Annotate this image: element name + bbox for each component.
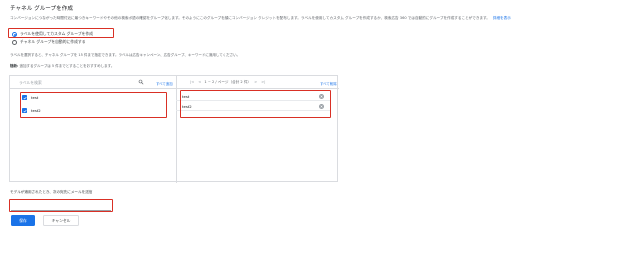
- pagination-text: 1 ~ 2 / ページ（合計 2 件）: [204, 80, 252, 84]
- remove-all-button[interactable]: すべて削除: [320, 81, 337, 86]
- radio-unselected-icon[interactable]: [12, 39, 17, 45]
- add-all-button[interactable]: すべて追加: [156, 81, 173, 86]
- prev-page-icon[interactable]: <: [198, 80, 201, 84]
- search-icon[interactable]: [138, 79, 144, 85]
- hint-label-limit: ラベルを選択すると、チャネル グループを 15 件まで指定できます。ラベルは広告…: [10, 53, 241, 57]
- hint-recommendation: 随新: 追加するグループは 5 件までとすることをおすすめします。: [10, 64, 114, 69]
- email-notify-label: モデルが適用されたとき、次の宛先にメールを送信: [10, 190, 93, 194]
- next-page-icon[interactable]: >: [254, 80, 257, 84]
- hint-recommendation-text: 追加するグループは 5 件までとすることをおすすめします。: [19, 64, 115, 68]
- highlight-box-selected: [180, 90, 331, 118]
- save-button[interactable]: 保存: [11, 215, 35, 226]
- label-search-input[interactable]: ラベルを検索: [19, 80, 42, 86]
- hint-recommendation-prefix: 随新:: [10, 64, 19, 68]
- pagination: |< < 1 ~ 2 / ページ（合計 2 件） > >|: [188, 80, 267, 85]
- cancel-button[interactable]: キャンセル: [43, 215, 79, 226]
- picker-header-divider: [10, 88, 339, 89]
- last-page-icon[interactable]: >|: [261, 80, 265, 84]
- radio-auto-group-label: チャネル グループを自動的に作成する: [20, 39, 86, 44]
- description-text: コンバージョンにつながった時間付近に最つきキーワードやその他の検索ボ語の確認をグ…: [10, 16, 490, 20]
- first-page-icon[interactable]: |<: [190, 80, 194, 84]
- highlight-box-email: [9, 199, 113, 212]
- learn-more-link[interactable]: 詳細を表示: [493, 16, 511, 20]
- radio-auto-group[interactable]: チャネル グループを自動的に作成する: [12, 39, 86, 45]
- page-title: チャネル グループを作成: [10, 6, 73, 12]
- highlight-box-option: [8, 28, 114, 38]
- page-description: コンバージョンにつながった時間付近に最つきキーワードやその他の検索ボ語の確認をグ…: [10, 16, 622, 21]
- highlight-box-labels: [20, 92, 167, 118]
